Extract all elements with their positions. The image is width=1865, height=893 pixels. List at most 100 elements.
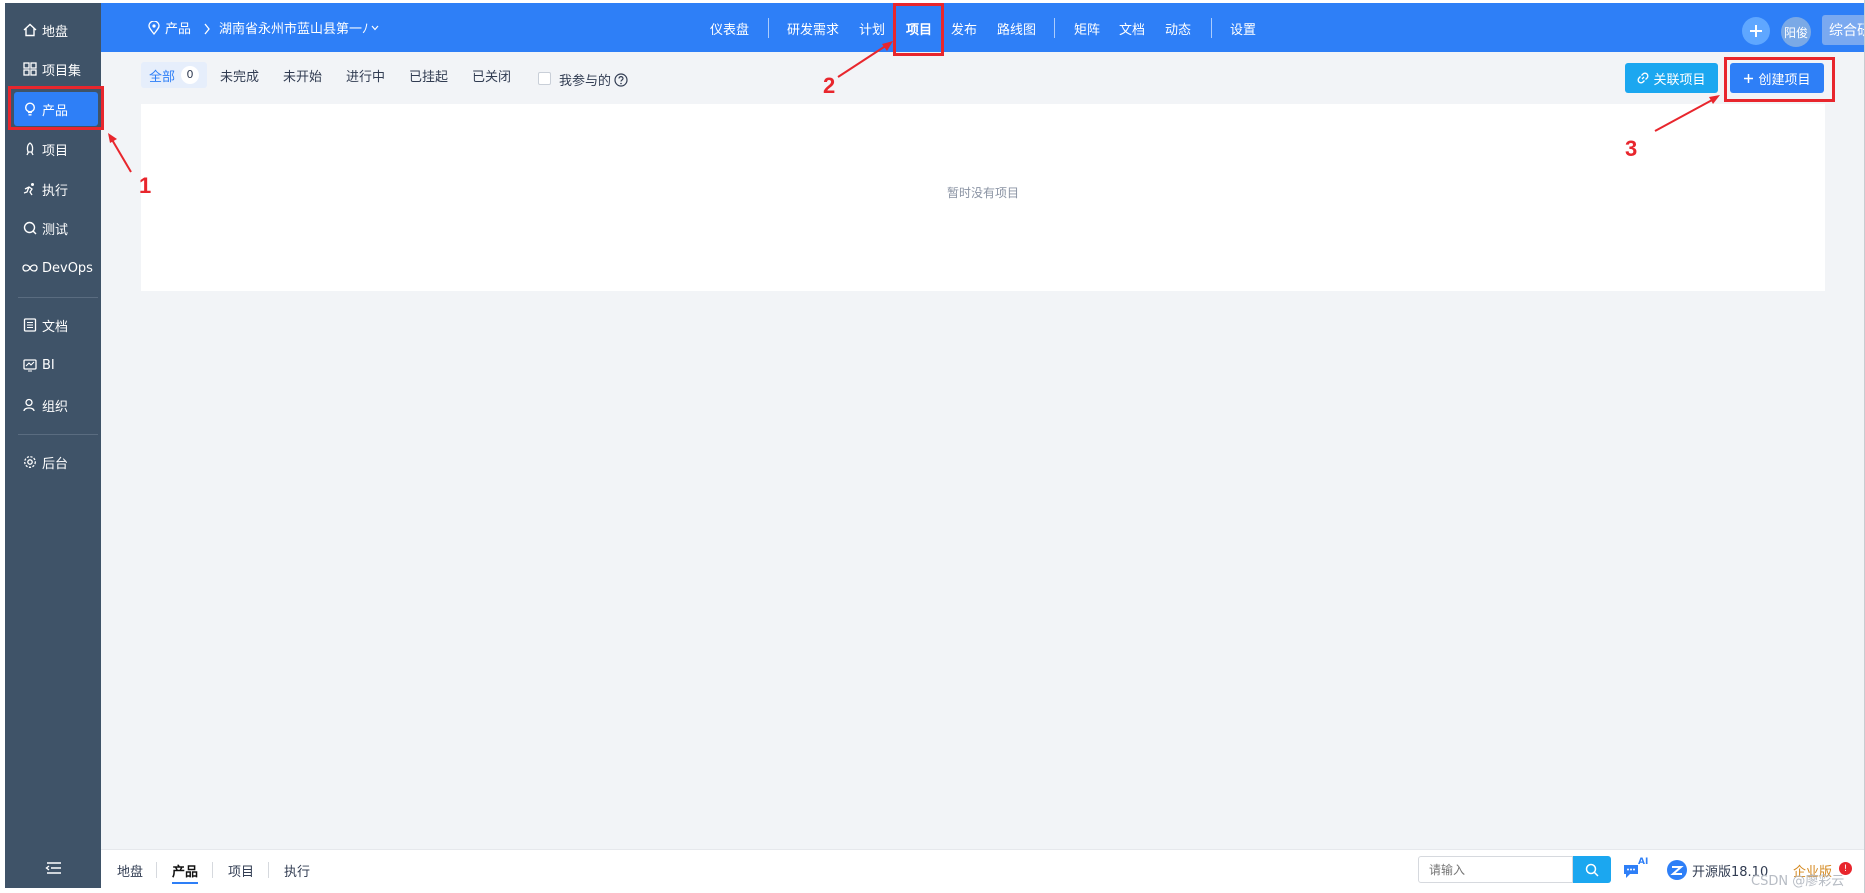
annotation-arrow-2 [837,41,893,78]
sidebar-item-admin[interactable]: 后台 [14,445,98,479]
nav-matrix[interactable]: 矩阵 [1074,19,1100,38]
product-name: 湖南省永州市蓝山县第一ﾉ [219,22,369,37]
sidebar-item-label: DevOps [42,260,93,276]
nav-release[interactable]: 发布 [951,19,977,38]
nav-dynamic[interactable]: 动态 [1165,19,1191,38]
sidebar-item-label: 项目 [42,143,69,159]
sidebar-item-label: 测试 [42,222,69,238]
sidebar-item-doc[interactable]: 文档 [14,308,98,342]
sidebar-item-label: 项目集 [42,63,82,79]
footer-divider [156,862,157,878]
sidebar-item-dashboard[interactable]: 地盘 [14,13,98,47]
nav-divider [768,18,769,38]
filter-tab-undone[interactable]: 未完成 [220,62,259,88]
project-list-panel: 暂时没有项目 [141,104,1825,291]
footer-divider [268,862,269,878]
sidebar-item-label: BI [42,357,55,373]
quick-create-button[interactable] [1742,17,1770,45]
sidebar-item-label: 执行 [42,183,69,199]
filter-tab-closed[interactable]: 已关闭 [472,62,511,88]
sidebar-item-org[interactable]: 组织 [14,388,98,422]
sidebar-item-programs[interactable]: 项目集 [14,52,98,86]
magnifier-icon [22,220,38,236]
user-avatar[interactable]: 阳俊 [1781,17,1811,47]
sidebar-item-devops[interactable]: DevOps [14,251,98,285]
gear-icon [22,454,38,470]
sidebar-item-project[interactable]: 项目 [14,132,98,166]
annotation-number-1: 1 [139,173,152,198]
sidebar-item-bi[interactable]: BI [14,348,98,382]
sidebar-item-label: 地盘 [42,24,69,40]
filter-tab-all[interactable]: 全部 0 [141,62,208,88]
annotation-arrow-3 [1654,95,1720,132]
sidebar-item-label: 文档 [42,319,69,335]
map-pin-icon [148,20,160,35]
nav-plan[interactable]: 计划 [859,19,885,38]
annotation-box-create-button [1724,57,1835,102]
monitor-chart-icon [22,357,38,373]
footer-bar: 地盘 产品 项目 执行 AI 开源版18.10 企业版 ! CSDN @廖彩云 [101,849,1864,889]
user-icon [22,397,38,413]
nav-divider [1054,18,1055,38]
plus-icon [1750,25,1762,37]
module-label: 产品 [165,22,192,37]
empty-message: 暂时没有项目 [946,186,1019,200]
sidebar: 地盘 项目集 产品 项目 执行 测试 DevOps 文档 BI 组织 后台 [5,3,101,888]
product-switcher[interactable]: 湖南省永州市蓝山县第一ﾉ [219,18,379,37]
nav-dashboard[interactable]: 仪表盘 [710,19,749,38]
link-project-button[interactable]: 关联项目 [1625,63,1718,93]
chevron-down-icon [371,25,379,31]
involved-label[interactable]: 我参与的 [559,70,628,89]
chevron-right-icon [203,20,211,39]
sidebar-divider [18,297,98,298]
annotation-box-product [8,86,104,130]
footer-item-execution[interactable]: 执行 [284,861,310,880]
rocket-icon [22,141,38,157]
annotation-number-2: 2 [823,73,836,98]
nav-divider [1211,18,1212,38]
footer-item-dashboard[interactable]: 地盘 [117,861,143,880]
sidebar-item-execution[interactable]: 执行 [14,172,98,206]
search-button[interactable] [1573,856,1611,883]
search-input[interactable] [1418,856,1573,883]
involved-text: 我参与的 [559,74,612,89]
filter-tab-suspended[interactable]: 已挂起 [409,62,448,88]
help-icon[interactable] [614,72,628,87]
filter-tab-label: 全部 [149,69,176,85]
footer-item-product[interactable]: 产品 [172,861,199,884]
breadcrumb-module[interactable]: 产品 [148,18,191,37]
annotation-number-3: 3 [1625,136,1638,161]
switch-interface-button[interactable]: 综合研发界面 [1822,15,1865,45]
nav-requirements[interactable]: 研发需求 [787,19,839,38]
ai-chat-icon[interactable]: AI [1622,857,1649,881]
grid-icon [22,61,38,77]
sidebar-divider [18,434,98,435]
home-icon [22,22,38,38]
infinity-icon [22,260,38,276]
ai-label: AI [1638,857,1649,867]
sidebar-item-label: 后台 [42,456,69,472]
running-icon [22,181,38,197]
watermark-text: CSDN @廖彩云 [1751,874,1845,889]
link-icon [1637,72,1649,84]
nav-settings[interactable]: 设置 [1230,19,1256,38]
annotation-arrow-1 [108,133,132,173]
search-icon [1585,863,1599,877]
menu-collapse-icon[interactable] [45,860,65,876]
filter-tab-doing[interactable]: 进行中 [346,62,385,88]
sidebar-item-label: 组织 [42,399,69,415]
nav-doc[interactable]: 文档 [1119,19,1145,38]
app-root: 地盘 项目集 产品 项目 执行 测试 DevOps 文档 BI 组织 后台 产品… [0,0,1865,893]
nav-roadmap[interactable]: 路线图 [997,19,1036,38]
sidebar-item-test[interactable]: 测试 [14,211,98,245]
footer-item-project[interactable]: 项目 [228,861,254,880]
annotation-box-project-tab [893,3,944,56]
filter-tab-not-started[interactable]: 未开始 [283,62,322,88]
link-project-label: 关联项目 [1653,72,1706,88]
document-icon [22,317,38,333]
involved-checkbox[interactable] [538,72,551,85]
zentao-logo-icon [1666,859,1688,881]
count-badge: 0 [181,66,200,84]
footer-divider [212,862,213,878]
top-navbar: 产品 湖南省永州市蓝山县第一ﾉ 仪表盘 研发需求 计划 项目 发布 路线图 矩阵… [101,3,1865,52]
